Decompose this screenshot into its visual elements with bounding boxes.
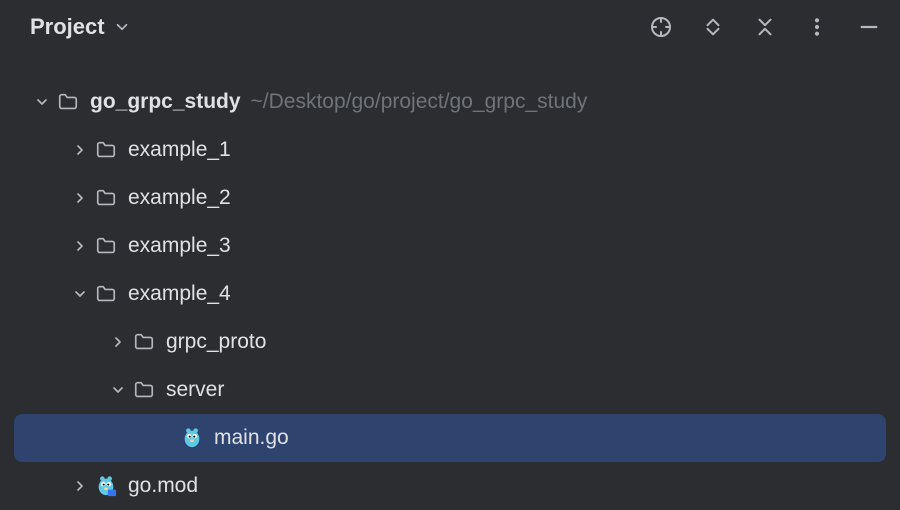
- chevron-down-icon[interactable]: [68, 286, 92, 302]
- tree-item-label: main.go: [214, 426, 289, 450]
- chevron-down-icon[interactable]: [30, 94, 54, 110]
- tree-item-file[interactable]: go.mod: [0, 462, 900, 510]
- tree-item-label: server: [166, 378, 224, 402]
- chevron-right-icon[interactable]: [68, 190, 92, 206]
- options-button[interactable]: [804, 14, 830, 40]
- tree-item-label: example_1: [128, 138, 231, 162]
- tree-item-label: grpc_proto: [166, 330, 266, 354]
- folder-icon: [130, 331, 158, 353]
- tree-item-folder[interactable]: example_3: [0, 222, 900, 270]
- folder-icon: [92, 139, 120, 161]
- tree-item-label: go.mod: [128, 474, 198, 498]
- chevron-right-icon[interactable]: [68, 238, 92, 254]
- tree-item-label: go_grpc_study: [90, 90, 241, 114]
- tree-item-folder[interactable]: example_2: [0, 174, 900, 222]
- project-tree[interactable]: go_grpc_study ~/Desktop/go/project/go_gr…: [0, 54, 900, 510]
- hide-button[interactable]: [856, 14, 882, 40]
- panel-title: Project: [30, 14, 105, 40]
- folder-icon: [130, 379, 158, 401]
- tree-item-folder[interactable]: grpc_proto: [0, 318, 900, 366]
- project-header: Project: [0, 0, 900, 54]
- tree-item-file-selected[interactable]: main.go: [14, 414, 886, 462]
- project-view-dropdown[interactable]: Project: [30, 14, 131, 40]
- tree-item-label: example_3: [128, 234, 231, 258]
- go-mod-icon: [92, 475, 120, 497]
- chevron-right-icon[interactable]: [68, 142, 92, 158]
- panel-toolbar: [648, 14, 882, 40]
- folder-icon: [92, 235, 120, 257]
- chevron-right-icon[interactable]: [68, 478, 92, 494]
- folder-icon: [54, 91, 82, 113]
- tree-item-label: example_2: [128, 186, 231, 210]
- tree-item-folder[interactable]: example_1: [0, 126, 900, 174]
- folder-icon: [92, 283, 120, 305]
- chevron-down-icon[interactable]: [106, 382, 130, 398]
- project-tool-window: Project: [0, 0, 900, 510]
- expand-all-button[interactable]: [700, 14, 726, 40]
- folder-icon: [92, 187, 120, 209]
- go-file-icon: [178, 427, 206, 449]
- select-opened-file-button[interactable]: [648, 14, 674, 40]
- tree-item-label: example_4: [128, 282, 231, 306]
- tree-item-path: ~/Desktop/go/project/go_grpc_study: [251, 90, 588, 114]
- tree-item-folder[interactable]: example_4: [0, 270, 900, 318]
- collapse-all-button[interactable]: [752, 14, 778, 40]
- tree-item-folder[interactable]: server: [0, 366, 900, 414]
- tree-item-root[interactable]: go_grpc_study ~/Desktop/go/project/go_gr…: [0, 78, 900, 126]
- chevron-down-icon: [113, 18, 131, 36]
- chevron-right-icon[interactable]: [106, 334, 130, 350]
